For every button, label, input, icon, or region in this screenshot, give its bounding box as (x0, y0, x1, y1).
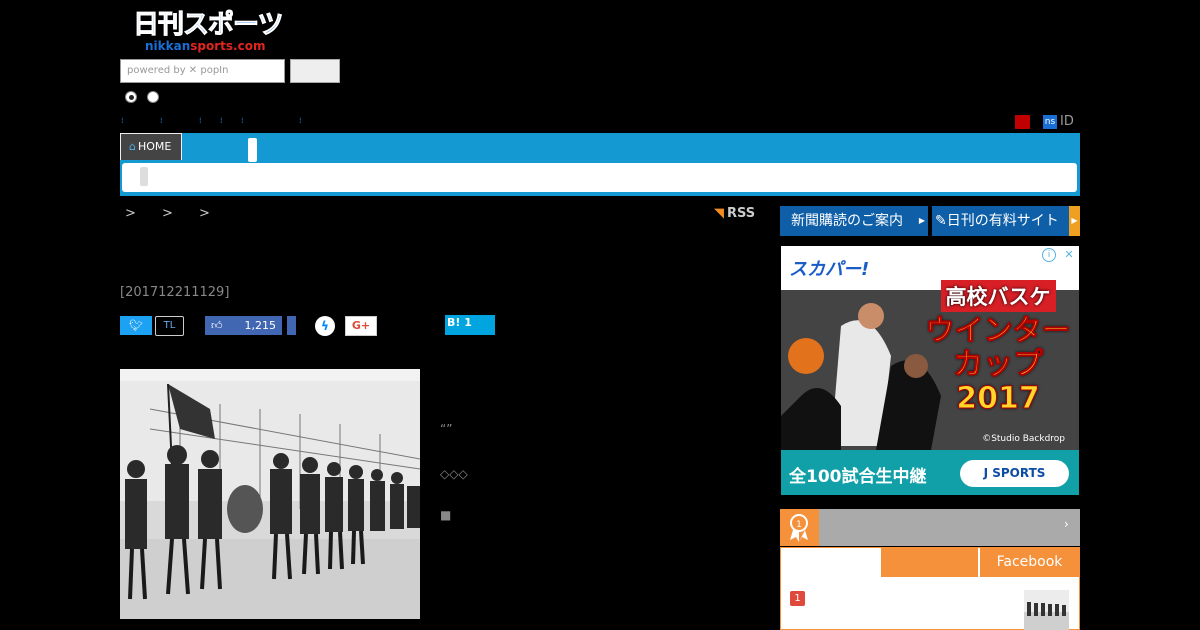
rss-link[interactable]: ◥ RSS (714, 206, 755, 221)
search-input[interactable]: powered by ✕ popIn (120, 59, 285, 83)
caret-right-icon: ▶ (918, 216, 925, 225)
ranking-tab-active[interactable] (781, 548, 881, 577)
header-link[interactable]: ⁞ (220, 117, 226, 125)
logo-domain: nikkansports.com (133, 40, 286, 53)
twitter-bird-icon: 🐦︎ (129, 319, 143, 332)
hatena-bookmark-button[interactable]: B! 1 (445, 315, 495, 335)
svg-text:1: 1 (796, 520, 802, 530)
twitter-timeline-button[interactable]: TL (155, 316, 184, 336)
article-text-line: ■ (440, 508, 452, 522)
twitter-share-button[interactable]: 🐦︎ (120, 316, 152, 335)
ranking-tab-facebook[interactable]: Facebook (980, 548, 1079, 577)
logo-domain-part2: sports.com (190, 39, 266, 53)
ranking-thumbnail[interactable] (1024, 590, 1069, 630)
search-scope-radio-site[interactable] (125, 91, 137, 103)
google-plus-share-button[interactable]: G+ (345, 316, 377, 336)
article-text-line: “” (440, 422, 453, 436)
subscribe-label: 新聞購読のご案内 (791, 213, 903, 229)
red-badge-icon[interactable] (1015, 115, 1030, 129)
ad-bottom-text: 全100試合生中継 (789, 467, 927, 487)
article-text-line: ◇◇◇ (440, 467, 468, 481)
header-link[interactable]: ⁞ (299, 117, 305, 125)
facebook-share-button[interactable] (287, 316, 296, 335)
breadcrumb[interactable]: > > > (125, 206, 221, 221)
sub-navbar (122, 163, 1077, 192)
ns-logo-icon[interactable]: ns (1043, 115, 1057, 129)
ranking-medal-icon: 1 (780, 509, 819, 546)
header-link[interactable]: ⁞ (160, 117, 166, 125)
header-link[interactable]: ⁞ (121, 117, 127, 125)
article-photo[interactable] (120, 369, 420, 619)
ad-title: 高校バスケ ウインター カップ 2017 (923, 280, 1073, 416)
home-icon: ⌂ (129, 140, 136, 153)
ranking-header[interactable] (780, 509, 1080, 546)
ad-bottom-bar: 全100試合生中継 J SPORTS (781, 450, 1079, 495)
subnav-item[interactable] (140, 167, 148, 186)
rss-label: RSS (727, 206, 756, 221)
ad-title-line4: 2017 (956, 381, 1041, 416)
logo-domain-part1: nikkan (145, 39, 191, 53)
nav-home-label: HOME (137, 140, 172, 153)
header-link[interactable]: ⁞ (199, 117, 205, 125)
ad-cta-button[interactable]: J SPORTS (960, 460, 1069, 487)
ranking-tab-2[interactable] (881, 548, 978, 577)
search-button[interactable] (290, 59, 340, 83)
ad-brand: スカパー! (789, 259, 870, 280)
nav-tab-indicator[interactable] (248, 138, 257, 162)
id-login-link[interactable]: ID (1060, 114, 1074, 129)
paid-site-label: 日刊の有料サイト (946, 213, 1059, 229)
ad-title-line1: 高校バスケ (940, 280, 1056, 312)
rss-icon: ◥ (714, 206, 724, 221)
thumbs-up-icon: 👍︎ (211, 319, 223, 332)
ad-title-line3: カップ (953, 347, 1044, 382)
pencil-icon: ✎ (935, 213, 947, 229)
site-logo[interactable]: 日刊スポーツ nikkansports.com (133, 10, 286, 56)
paid-site-button[interactable]: ✎日刊の有料サイト (932, 206, 1069, 236)
newspaper-subscribe-button[interactable]: 新聞購読のご案内 ▶ (780, 206, 928, 236)
messenger-share-icon[interactable]: ϟ (315, 316, 335, 336)
search-scope-radio-web[interactable] (147, 91, 159, 103)
logo-japanese: 日刊スポーツ (133, 10, 284, 41)
nav-home-tab[interactable]: ⌂ HOME (120, 133, 182, 160)
ranking-number-badge: 1 (790, 591, 805, 606)
advertisement-banner[interactable]: スカパー! i ✕ 高校バスケ ウインター カップ 2017 ©Studio B… (781, 246, 1079, 495)
header-link[interactable]: ⁞ (241, 117, 247, 125)
article-date: [201712211129] (120, 285, 230, 300)
facebook-like-count: 1,215 (244, 319, 277, 332)
facebook-like-button[interactable]: 👍︎ 1,215 (205, 316, 282, 335)
ad-photo-credit: ©Studio Backdrop (982, 434, 1065, 444)
ad-close-icon[interactable]: ✕ (1062, 248, 1076, 262)
paid-site-arrow-icon[interactable]: ▶ (1069, 206, 1080, 236)
ad-info-icon[interactable]: i (1042, 248, 1056, 262)
ad-title-line2: ウインター (925, 313, 1071, 348)
chevron-right-icon[interactable]: › (1064, 517, 1069, 531)
